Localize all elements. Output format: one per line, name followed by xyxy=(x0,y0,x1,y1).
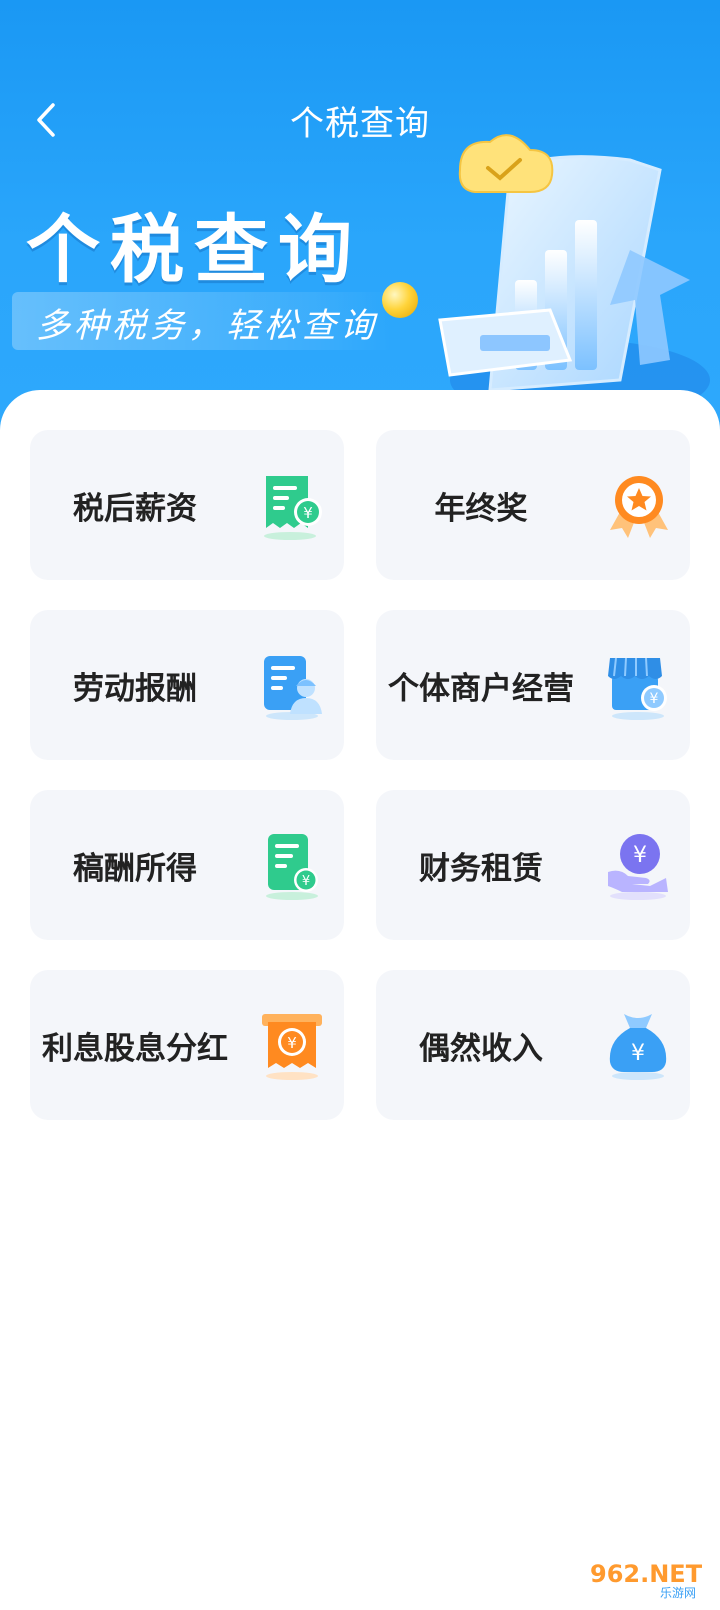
money-bag-icon: ¥ xyxy=(609,1014,667,1080)
svg-text:¥: ¥ xyxy=(633,843,647,868)
category-label: 年终奖 xyxy=(434,490,528,527)
salary-receipt-icon: ¥ xyxy=(264,476,322,540)
category-label: 稿酬所得 xyxy=(73,850,197,887)
category-card-manuscript-income[interactable]: 稿酬所得 ¥ xyxy=(30,790,344,940)
banner-title: 个税查询 xyxy=(26,207,362,293)
category-label: 财务租赁 xyxy=(419,850,543,887)
category-label: 个体商户经营 xyxy=(388,670,574,707)
hand-coin-icon: ¥ xyxy=(608,834,668,900)
category-card-labor-remuneration[interactable]: 劳动报酬 xyxy=(30,610,344,760)
category-card-year-end-bonus[interactable]: 年终奖 xyxy=(376,430,690,580)
svg-text:¥: ¥ xyxy=(650,691,659,707)
header-banner: 个税查询 个税查询 多种税务，轻松查询 xyxy=(0,0,720,440)
category-card-incidental-income[interactable]: 偶然收入 ¥ xyxy=(376,970,690,1120)
category-label: 劳动报酬 xyxy=(73,670,197,707)
worker-document-icon xyxy=(264,656,322,720)
banner-subtitle: 多种税务，轻松查询 xyxy=(36,306,378,346)
category-label: 偶然收入 xyxy=(419,1030,543,1067)
site-watermark: 962.NET 乐游网 xyxy=(580,1554,710,1602)
manuscript-icon: ¥ xyxy=(266,834,318,900)
category-card-individual-business[interactable]: 个体商户经营 ¥ xyxy=(376,610,690,760)
tax-category-grid: 税后薪资 ¥ 年终奖 劳动报酬 个体商户经营 ¥ 稿酬所得 ¥ 财务租赁 ¥ 利… xyxy=(30,430,690,1120)
svg-text:¥: ¥ xyxy=(302,874,310,889)
svg-text:¥: ¥ xyxy=(303,504,313,522)
svg-text:¥: ¥ xyxy=(287,1034,297,1052)
category-label: 利息股息分红 xyxy=(42,1030,228,1067)
category-card-after-tax-salary[interactable]: 税后薪资 ¥ xyxy=(30,430,344,580)
category-card-financial-leasing[interactable]: 财务租赁 ¥ xyxy=(376,790,690,940)
tax-chart-illustration xyxy=(438,134,710,420)
coin-icon xyxy=(382,282,418,318)
dividend-receipt-icon: ¥ xyxy=(262,1014,322,1080)
watermark-text: 962.NET xyxy=(590,1560,703,1588)
medal-icon xyxy=(610,476,668,538)
svg-text:¥: ¥ xyxy=(631,1041,645,1066)
store-icon: ¥ xyxy=(608,657,667,720)
category-card-interest-dividend[interactable]: 利息股息分红 ¥ xyxy=(30,970,344,1120)
watermark-subtext: 乐游网 xyxy=(660,1586,696,1600)
category-label: 税后薪资 xyxy=(73,490,197,527)
